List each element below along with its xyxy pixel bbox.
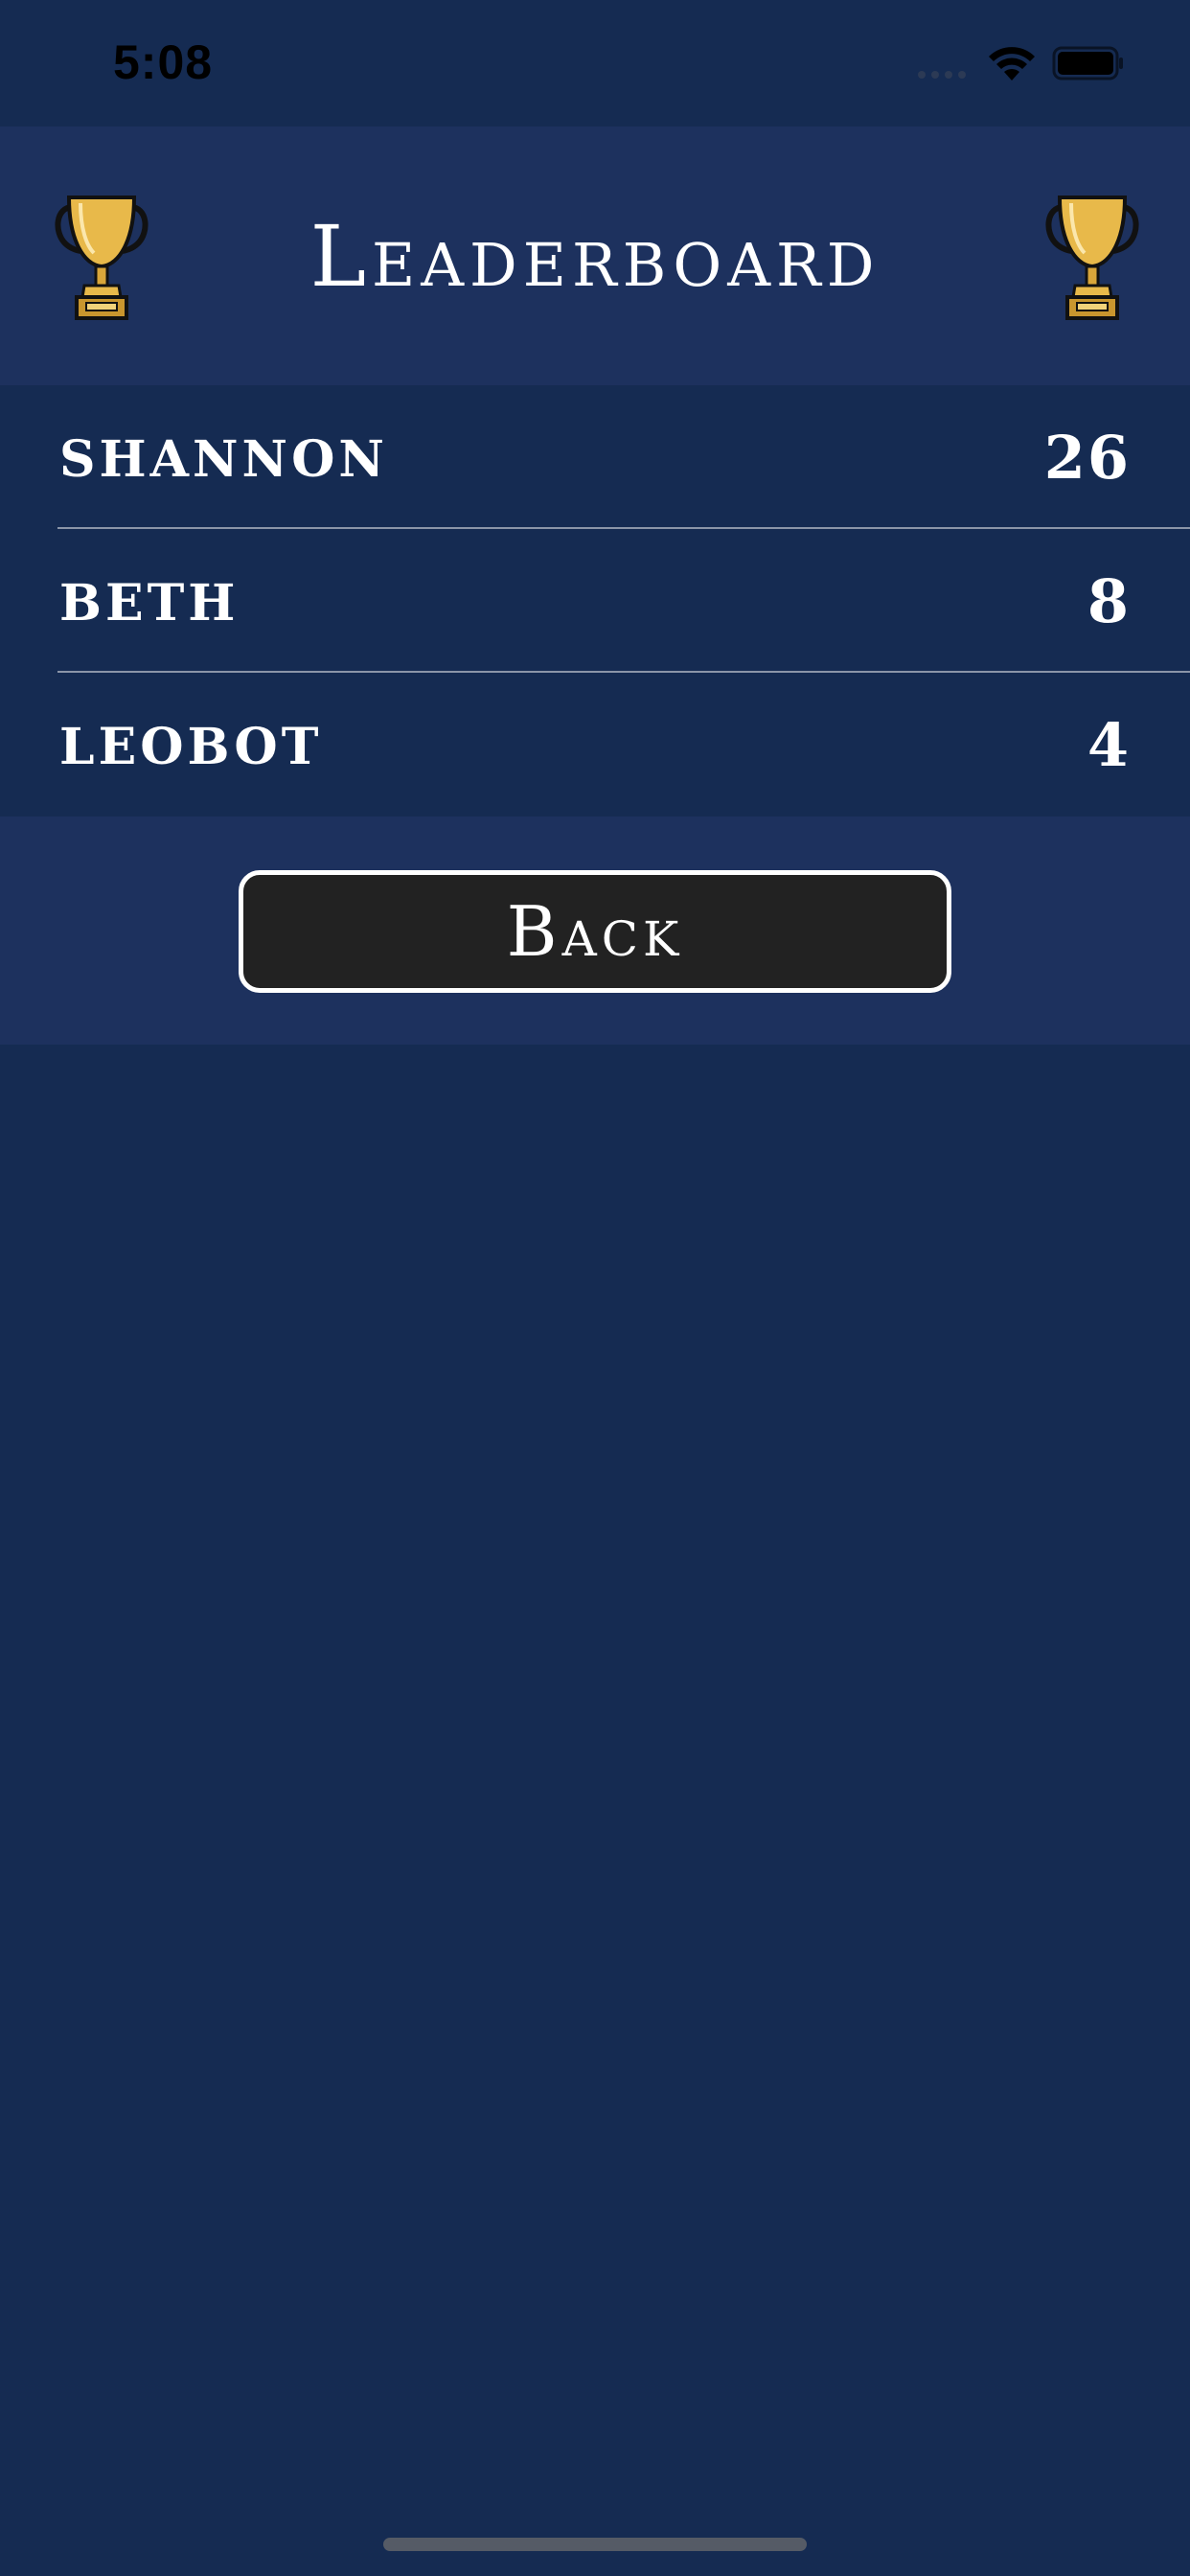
leaderboard-row: LEOBOT 4 [0,673,1190,816]
player-score: 4 [1087,710,1131,780]
leaderboard-row: SHANNON 26 [0,385,1190,529]
back-button-area: Back [0,816,1190,1045]
trophy-icon [1045,196,1139,320]
back-button[interactable]: Back [239,870,951,993]
leaderboard-row: BETH 8 [0,529,1190,673]
status-bar: 5:08 [0,0,1190,126]
status-time: 5:08 [113,35,214,89]
player-name: SHANNON [59,430,388,489]
player-name: LEOBOT [59,718,323,776]
wifi-icon [989,47,1035,80]
signal-dots-icon [918,71,966,79]
player-name: BETH [59,574,240,632]
leaderboard-header: Leaderboard [0,126,1190,385]
leaderboard-list: SHANNON 26 BETH 8 LEOBOT 4 [0,385,1190,816]
player-score: 26 [1043,423,1131,493]
page-title: Leaderboard [309,207,881,306]
home-indicator[interactable] [383,2538,807,2551]
player-score: 8 [1087,566,1131,636]
battery-icon [1052,46,1123,80]
